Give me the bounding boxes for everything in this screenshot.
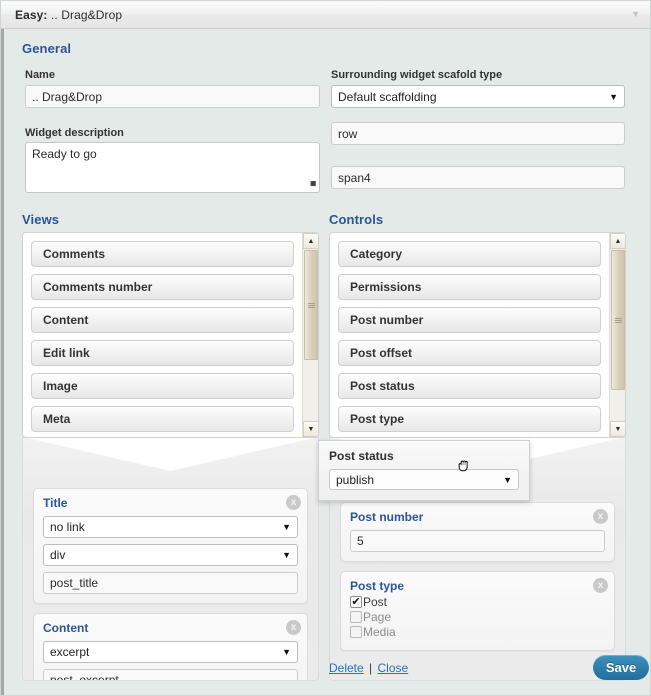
grip-icon [615, 317, 622, 324]
name-label: Name [25, 69, 55, 81]
remove-title-card-icon[interactable]: x [286, 495, 301, 510]
widget-description-textarea[interactable] [25, 142, 320, 193]
title-tag-select[interactable]: div ▼ [43, 544, 298, 566]
views-item[interactable]: Edit link [31, 340, 294, 366]
post-status-select[interactable]: publish ▼ [329, 469, 519, 490]
widget-description-label: Widget description [25, 127, 124, 139]
name-input[interactable] [25, 85, 320, 108]
post-number-card[interactable]: x Post number [340, 502, 615, 562]
post-type-option-label: Media [363, 625, 396, 639]
checkbox-unchecked-icon[interactable] [350, 626, 362, 638]
footer-actions: Delete | Close [329, 661, 408, 675]
controls-item[interactable]: Post number [338, 307, 601, 333]
scroll-up-icon[interactable]: ▲ [303, 233, 319, 249]
remove-post-type-card-icon[interactable]: x [593, 578, 608, 593]
content-mode-value: excerpt [50, 645, 278, 659]
post-number-card-heading: Post number [350, 510, 605, 524]
post-type-option-label: Post [363, 595, 387, 609]
window-titlebar[interactable]: Easy: .. Drag&Drop ▼ [1, 1, 651, 29]
chevron-down-icon[interactable]: ▼ [631, 10, 640, 19]
grip-icon [308, 302, 315, 309]
views-drop-cards: x Title no link ▼ div ▼ x Content [33, 488, 308, 681]
drop-zone-notch [23, 438, 318, 474]
views-heading: Views [22, 212, 59, 227]
window-title-name: .. Drag&Drop [51, 8, 122, 22]
grabbing-hand-cursor-icon [456, 457, 474, 480]
scafold-type-value: Default scaffolding [338, 90, 605, 104]
footer-separator: | [369, 661, 372, 675]
save-button[interactable]: Save [593, 655, 649, 680]
content-mode-select[interactable]: excerpt ▼ [43, 641, 298, 663]
close-link[interactable]: Close [378, 661, 409, 675]
post-type-option-label: Page [363, 610, 391, 624]
post-number-input[interactable] [350, 530, 605, 552]
title-card-heading: Title [43, 496, 298, 510]
scroll-down-icon[interactable]: ▼ [303, 421, 319, 437]
row-class-input[interactable] [331, 122, 625, 145]
content-card[interactable]: x Content excerpt ▼ [33, 613, 308, 681]
controls-list: Category Permissions Post number Post of… [330, 233, 609, 437]
controls-heading: Controls [329, 212, 383, 227]
resize-handle-icon[interactable]: ◾ [307, 180, 317, 190]
title-tag-value: div [50, 548, 278, 562]
controls-scrollbar[interactable]: ▲ ▼ [609, 233, 625, 437]
scroll-down-icon[interactable]: ▼ [610, 421, 626, 437]
views-item[interactable]: Content [31, 307, 294, 333]
post-type-option-media[interactable]: Media [350, 625, 605, 639]
chevron-down-icon: ▼ [609, 92, 618, 102]
remove-content-card-icon[interactable]: x [286, 620, 301, 635]
views-picker[interactable]: Comments Comments number Content Edit li… [22, 232, 319, 438]
title-link-value: no link [50, 520, 278, 534]
title-field-input[interactable] [43, 572, 298, 594]
controls-item[interactable]: Post status [338, 373, 601, 399]
title-card[interactable]: x Title no link ▼ div ▼ [33, 488, 308, 604]
post-type-card-heading: Post type [350, 579, 605, 593]
remove-post-number-card-icon[interactable]: x [593, 509, 608, 524]
views-drop-zone[interactable]: x Title no link ▼ div ▼ x Content [22, 438, 319, 681]
checkbox-unchecked-icon[interactable] [350, 611, 362, 623]
views-item[interactable]: Comments number [31, 274, 294, 300]
delete-link[interactable]: Delete [329, 661, 364, 675]
span-class-input[interactable] [331, 166, 625, 189]
post-type-card[interactable]: x Post type ✔ Post Page Media [340, 571, 615, 651]
content-card-heading: Content [43, 621, 298, 635]
scafold-type-select[interactable]: Default scaffolding ▼ [331, 85, 625, 108]
post-status-value: publish [336, 473, 499, 487]
controls-item[interactable]: Post offset [338, 340, 601, 366]
views-scrollbar-thumb[interactable] [304, 250, 318, 360]
checkbox-checked-icon[interactable]: ✔ [350, 596, 362, 608]
views-item[interactable]: Image [31, 373, 294, 399]
scafold-type-label: Surrounding widget scafold type [331, 69, 502, 81]
window-title: Easy: .. Drag&Drop [1, 8, 122, 22]
controls-item[interactable]: Category [338, 241, 601, 267]
window-content: General Name Surrounding widget scafold … [1, 29, 651, 696]
controls-drop-cards: x Post number x Post type ✔ Post Page [340, 502, 615, 660]
dragged-post-status-panel[interactable]: Post status publish ▼ [318, 440, 530, 501]
chevron-down-icon: ▼ [503, 475, 512, 485]
chevron-down-icon: ▼ [282, 522, 291, 532]
views-item[interactable]: Comments [31, 241, 294, 267]
title-link-select[interactable]: no link ▼ [43, 516, 298, 538]
widget-editor-window: Easy: .. Drag&Drop ▼ General Name Surrou… [0, 0, 651, 696]
views-scrollbar[interactable]: ▲ ▼ [302, 233, 318, 437]
dragged-panel-title: Post status [329, 449, 519, 463]
post-type-option-page[interactable]: Page [350, 610, 605, 624]
content-field-input[interactable] [43, 669, 298, 681]
window-title-prefix: Easy: [15, 8, 48, 22]
chevron-down-icon: ▼ [282, 550, 291, 560]
controls-item[interactable]: Post type [338, 406, 601, 432]
chevron-down-icon: ▼ [282, 647, 291, 657]
scroll-up-icon[interactable]: ▲ [610, 233, 626, 249]
controls-scrollbar-thumb[interactable] [611, 250, 625, 390]
controls-item[interactable]: Permissions [338, 274, 601, 300]
views-list: Comments Comments number Content Edit li… [23, 233, 302, 437]
post-type-option-post[interactable]: ✔ Post [350, 595, 605, 609]
views-item[interactable]: Meta [31, 406, 294, 432]
general-heading: General [22, 41, 71, 56]
controls-picker[interactable]: Category Permissions Post number Post of… [329, 232, 626, 438]
